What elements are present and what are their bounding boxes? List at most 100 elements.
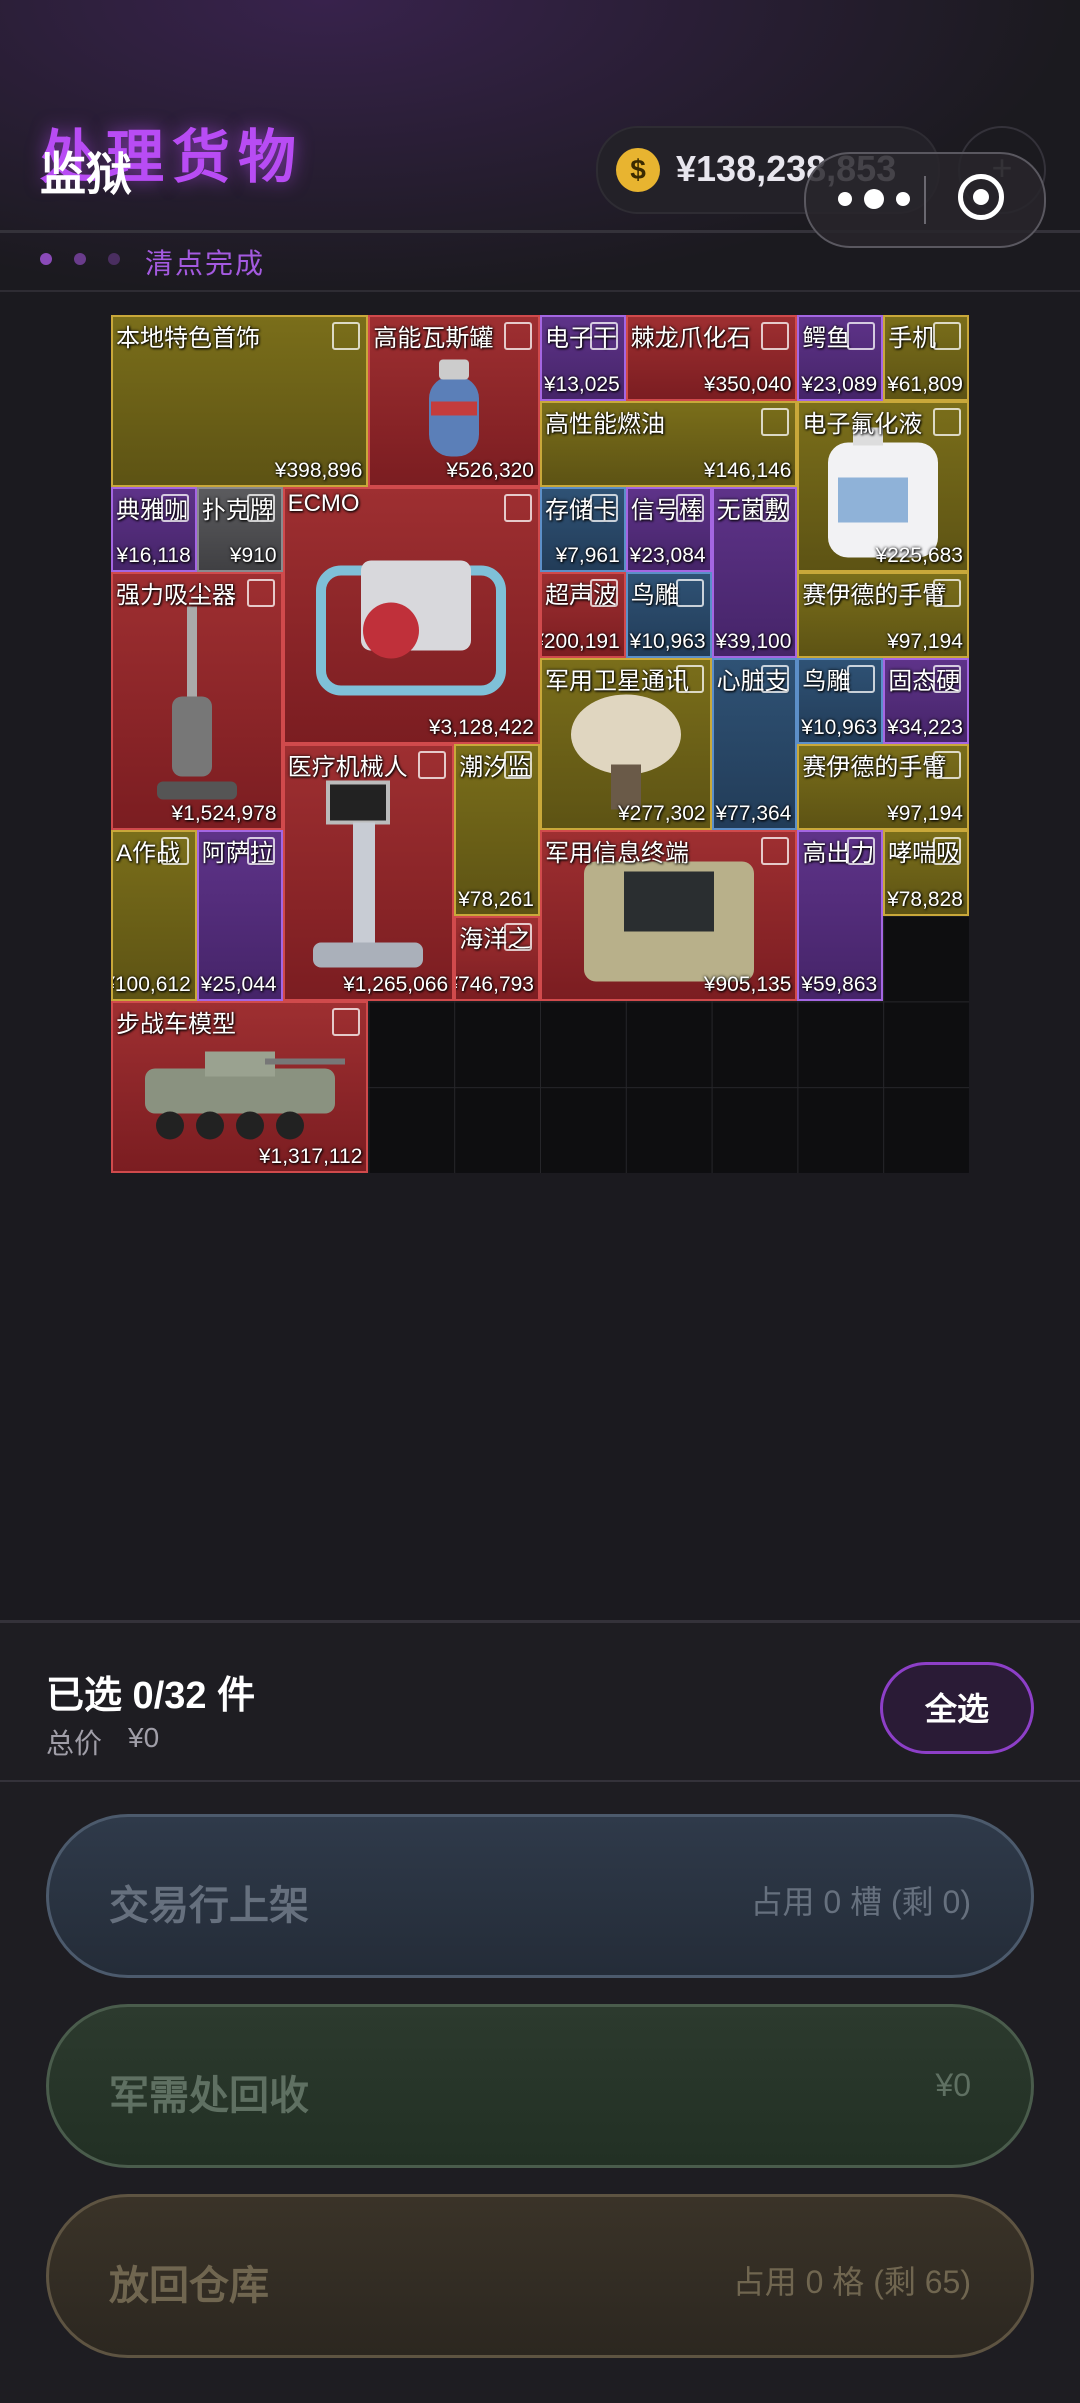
item-checkbox[interactable] — [675, 493, 704, 522]
select-all-button[interactable]: 全选 — [880, 1662, 1034, 1754]
inventory-item[interactable]: 高出力 ¥59,863 — [797, 829, 884, 1002]
ecmo-icon — [301, 540, 521, 715]
item-checkbox[interactable] — [503, 493, 532, 522]
item-checkbox[interactable] — [761, 665, 790, 694]
item-checkbox[interactable] — [932, 322, 961, 350]
item-checkbox[interactable] — [589, 322, 618, 350]
item-checkbox[interactable] — [761, 493, 790, 522]
item-price: ¥1,265,066 — [343, 973, 449, 997]
item-checkbox[interactable] — [932, 579, 961, 608]
recycle-button[interactable]: 军需处回收 ¥0 — [46, 2004, 1034, 2168]
item-checkbox[interactable] — [503, 922, 532, 951]
inventory-item[interactable]: 固态硬 ¥34,223 — [883, 658, 969, 744]
item-name: ECMO — [287, 489, 360, 517]
inventory-item[interactable]: 海洋之 ¥746,793 — [454, 915, 540, 1002]
item-name: 军用信息终端 — [545, 839, 689, 867]
more-icon[interactable] — [838, 182, 918, 218]
item-checkbox[interactable] — [332, 1008, 361, 1037]
inventory-item[interactable]: 棘龙爪化石 ¥350,040 — [625, 315, 798, 401]
item-price: ¥146,146 — [703, 458, 792, 482]
item-price: ¥78,828 — [887, 887, 963, 911]
item-checkbox[interactable] — [160, 836, 189, 865]
inventory-item[interactable]: 军用卫星通讯 ¥277,302 — [540, 658, 712, 830]
return-to-storage-button[interactable]: 放回仓库 占用 0 格 (剩 65) — [46, 2194, 1034, 2358]
item-price: ¥200,191 — [540, 630, 620, 654]
item-checkbox[interactable] — [761, 407, 790, 436]
item-checkbox[interactable] — [589, 579, 618, 608]
item-price: ¥1,524,978 — [171, 801, 277, 825]
list-on-market-button[interactable]: 交易行上架 占用 0 槽 (剩 0) — [46, 1814, 1034, 1978]
divider — [0, 1780, 1080, 1782]
inventory-item[interactable]: 军用信息终端 ¥905,135 — [540, 829, 798, 1002]
inventory-item[interactable]: 本地特色首饰 ¥398,896 — [111, 315, 369, 487]
item-checkbox[interactable] — [675, 665, 704, 694]
inventory-item[interactable]: 高性能燃油 ¥146,146 — [540, 400, 798, 487]
inventory-item[interactable]: 赛伊德的手臂 ¥97,194 — [797, 572, 969, 659]
item-name: 军用卫星通讯 — [545, 668, 689, 696]
inventory-item[interactable]: 手机 ¥61,809 — [883, 315, 969, 401]
item-checkbox[interactable] — [847, 665, 876, 694]
item-price: ¥350,040 — [703, 372, 792, 396]
inventory-item[interactable]: 赛伊德的手臂 ¥97,194 — [797, 744, 969, 830]
inventory-item[interactable]: 电子氟化液 ¥225,683 — [797, 400, 969, 573]
inventory-item[interactable]: 信号棒 ¥23,084 — [625, 486, 712, 573]
inventory-item[interactable]: 超声波 ¥200,191 — [540, 572, 626, 659]
item-checkbox[interactable] — [503, 322, 532, 350]
inventory-item[interactable]: 阿萨拉 ¥25,044 — [196, 829, 283, 1002]
item-name: 鳄鱼 — [802, 325, 851, 352]
inventory-item[interactable]: A作战 ¥100,612 — [111, 829, 197, 1002]
recycle-info: ¥0 — [935, 2067, 971, 2103]
return-to-storage-info: 占用 0 格 (剩 65) — [732, 2264, 971, 2300]
item-price: ¥100,612 — [111, 973, 191, 997]
item-checkbox[interactable] — [246, 579, 275, 608]
inventory-item[interactable]: 无菌敷 ¥39,100 — [711, 486, 798, 659]
item-checkbox[interactable] — [246, 493, 275, 522]
item-checkbox[interactable] — [675, 579, 704, 608]
inventory-item[interactable]: 鳄鱼 ¥23,089 — [797, 315, 884, 401]
close-miniprogram-icon[interactable] — [958, 174, 1004, 220]
item-checkbox[interactable] — [847, 322, 876, 350]
item-price: ¥7,961 — [555, 544, 620, 568]
item-price: ¥25,044 — [200, 973, 277, 997]
item-checkbox[interactable] — [932, 407, 961, 436]
item-checkbox[interactable] — [847, 836, 876, 865]
item-price: ¥13,025 — [543, 372, 620, 396]
miniprogram-capsule — [804, 152, 1046, 248]
item-checkbox[interactable] — [160, 493, 189, 522]
item-price: ¥23,089 — [801, 372, 878, 396]
item-checkbox[interactable] — [932, 751, 961, 779]
inventory-item[interactable]: 鸟雕 ¥10,963 — [625, 572, 712, 659]
item-price: ¥746,793 — [454, 973, 534, 997]
inventory-item[interactable]: 强力吸尘器 ¥1,524,978 — [111, 572, 283, 830]
inventory-item[interactable]: 潮汐监 ¥78,261 — [454, 744, 540, 916]
item-checkbox[interactable] — [589, 493, 618, 522]
item-checkbox[interactable] — [932, 665, 961, 694]
item-name: 高能瓦斯罐 — [373, 325, 494, 352]
inventory-item[interactable]: 步战车模型 ¥1,317,112 — [111, 1001, 369, 1173]
inventory-item[interactable]: 电子干 ¥13,025 — [540, 315, 626, 401]
inventory-item[interactable]: 高能瓦斯罐 ¥526,320 — [368, 315, 540, 487]
inventory-item[interactable]: 医疗机械人 ¥1,265,066 — [282, 744, 455, 1002]
item-price: ¥225,683 — [875, 544, 963, 568]
item-name: 医疗机械人 — [287, 754, 408, 781]
vacuum-icon — [152, 596, 242, 828]
item-price: ¥23,084 — [629, 544, 706, 568]
inventory-item[interactable]: 哮喘吸 ¥78,828 — [883, 829, 969, 916]
item-checkbox[interactable] — [503, 751, 532, 779]
item-checkbox[interactable] — [761, 836, 790, 865]
inventory-grid: 本地特色首饰 ¥398,896 高能瓦斯罐 ¥526,320 电子干 ¥13,025 棘龙爪… — [111, 315, 969, 1173]
inventory-item[interactable]: 鸟雕 ¥10,963 — [797, 658, 884, 744]
item-checkbox[interactable] — [246, 836, 275, 865]
item-checkbox[interactable] — [761, 322, 790, 350]
item-price: ¥16,118 — [116, 544, 191, 568]
inventory-item[interactable]: ECMO ¥3,128,422 — [282, 486, 540, 744]
inventory-item[interactable]: 心脏支 ¥77,364 — [711, 658, 798, 830]
inventory-item[interactable]: 扑克牌 ¥910 — [196, 486, 283, 573]
item-name: 强力吸尘器 — [116, 582, 236, 610]
item-checkbox[interactable] — [418, 751, 447, 779]
return-to-storage-label: 放回仓库 — [109, 2264, 269, 2308]
inventory-item[interactable]: 典雅咖 ¥16,118 — [111, 486, 197, 573]
inventory-item[interactable]: 存储卡 ¥7,961 — [540, 486, 626, 573]
item-checkbox[interactable] — [932, 836, 961, 865]
item-checkbox[interactable] — [332, 322, 361, 350]
